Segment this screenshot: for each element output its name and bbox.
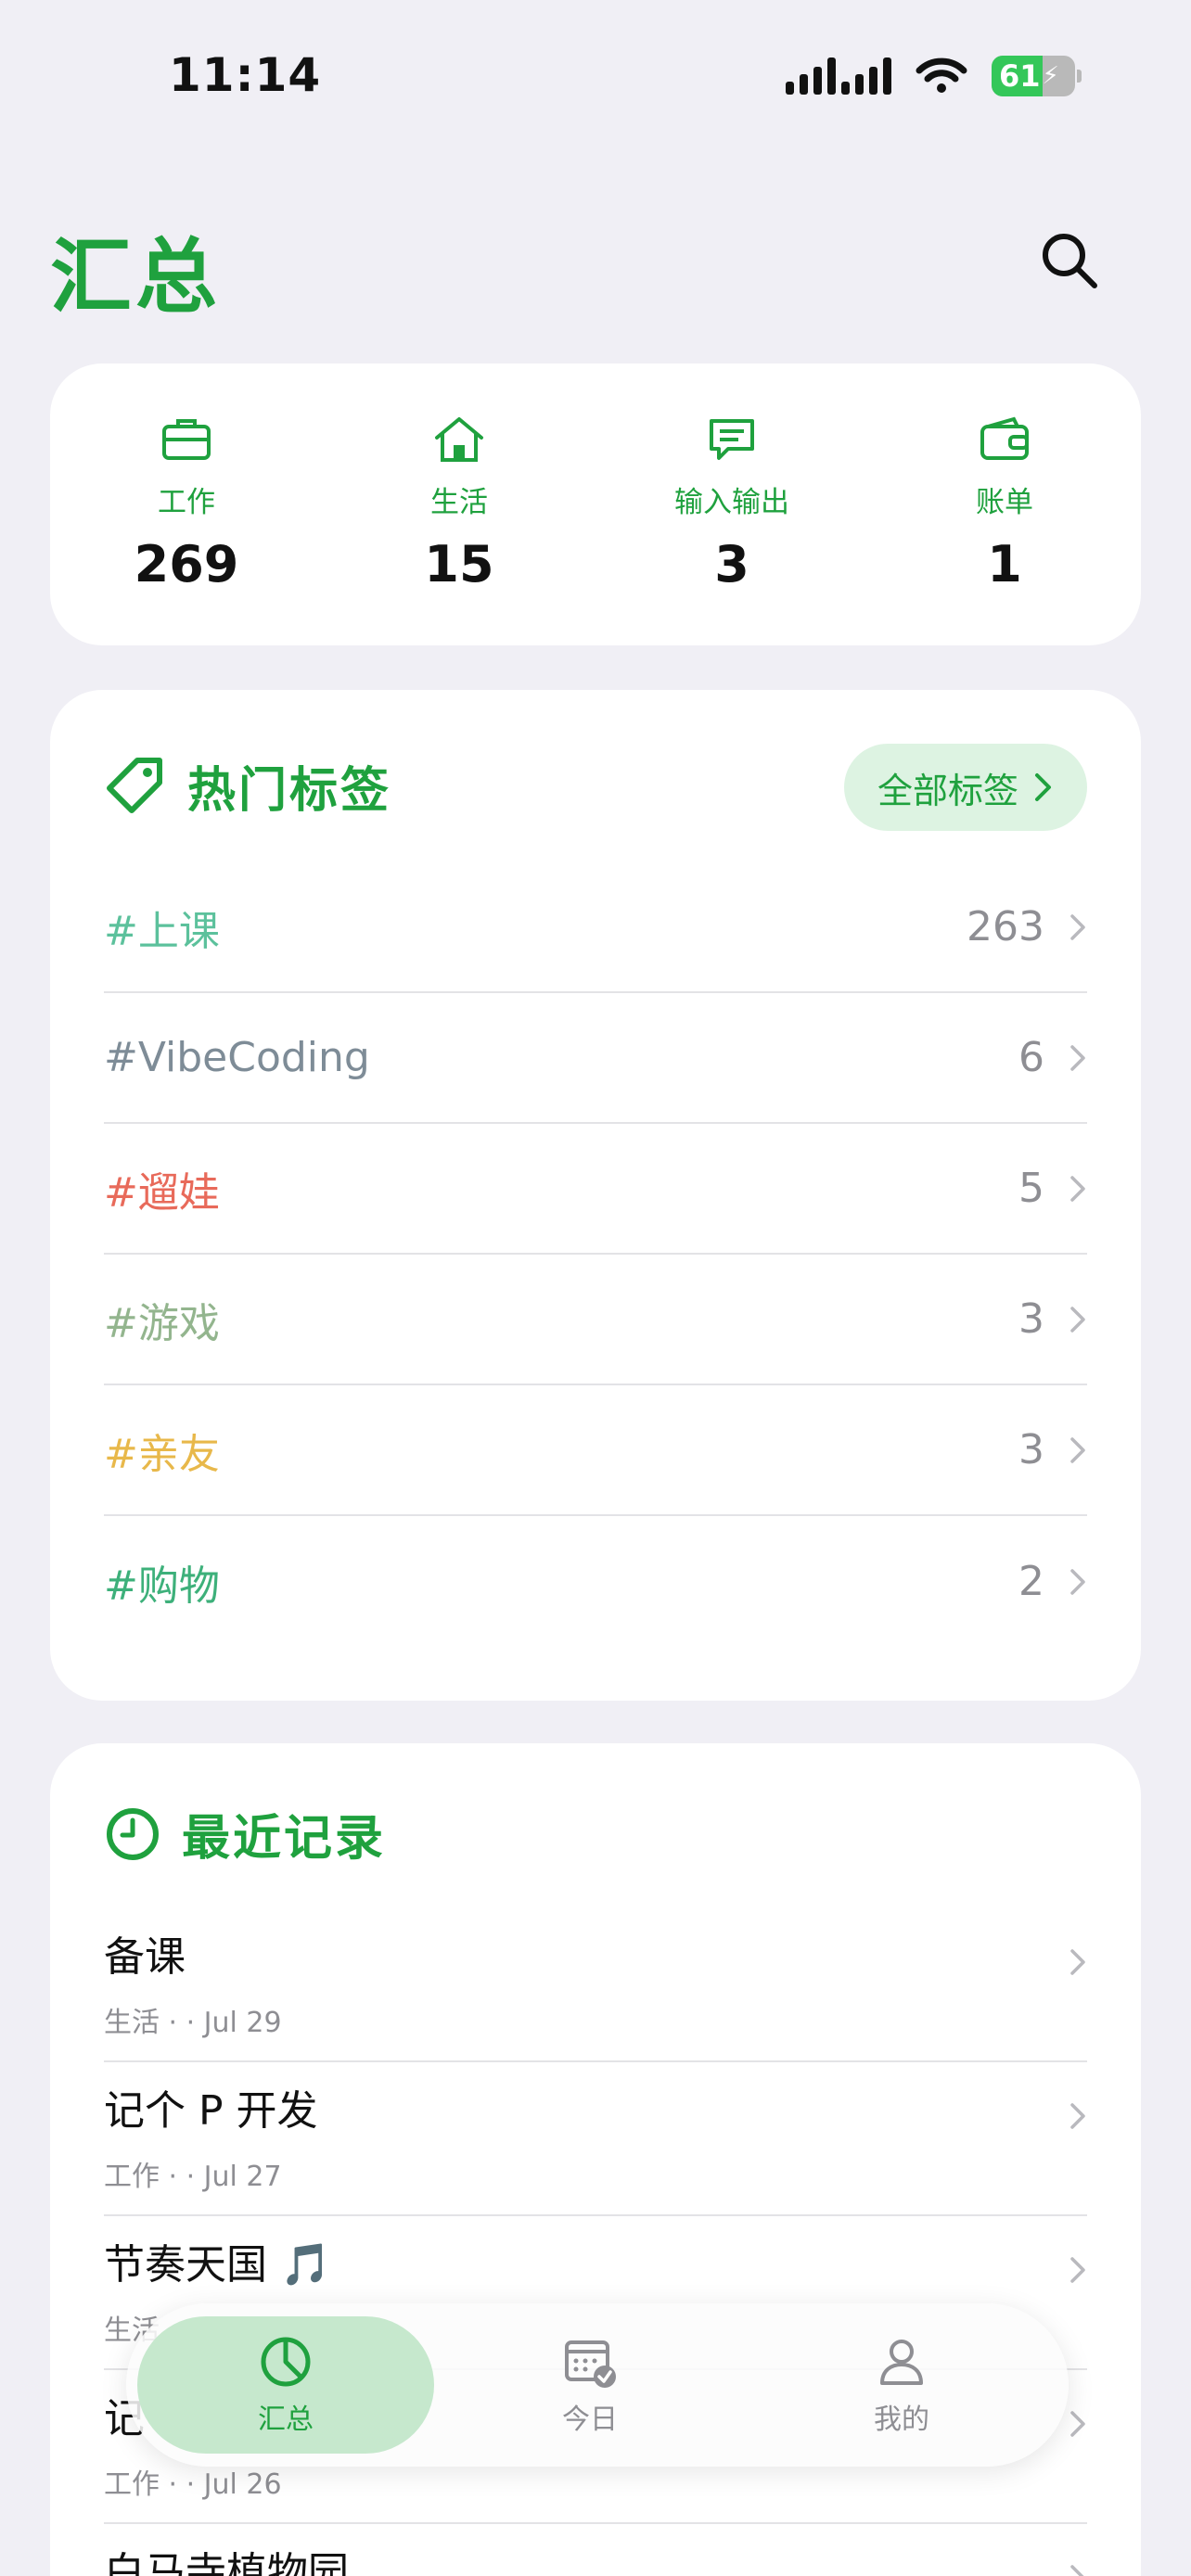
chevron-right-icon (1070, 1044, 1085, 1071)
record-title: 备课 (104, 1933, 186, 1981)
chevron-right-icon (1035, 773, 1051, 801)
record-title: 节奏天国 🎵 (104, 2241, 331, 2289)
tab-label: 今日 (562, 2404, 618, 2436)
record-title: 记个 P 开发 (104, 2087, 318, 2135)
wifi-icon (916, 57, 967, 93)
chevron-right-icon (1070, 1568, 1085, 1595)
battery-indicator: 61 ⚡ (992, 56, 1082, 96)
tab-label: 我的 (874, 2404, 929, 2436)
category-life[interactable]: 生活 15 (323, 363, 596, 645)
category-work[interactable]: 工作 269 (50, 363, 323, 645)
tag-count: 3 (1018, 1295, 1044, 1343)
chevron-right-icon (1070, 2103, 1085, 2129)
tag-count: 6 (1018, 1034, 1044, 1081)
chevron-right-icon (1070, 2411, 1085, 2437)
category-summary-card: 工作 269 生活 15 输入输出 3 账单 1 (50, 363, 1141, 645)
category-label: 账单 (976, 486, 1033, 519)
screen: 11:14 61 ⚡ 汇总 工作 269 生活 15 输入输出 3 账单 1 热… (0, 0, 1191, 2576)
chevron-right-icon (1070, 1175, 1085, 1202)
tag-row[interactable]: #亲友 3 (104, 1385, 1087, 1516)
all-tags-label: 全部标签 (877, 770, 1018, 811)
status-time: 11:14 (169, 48, 322, 102)
pie-chart-icon (261, 2337, 311, 2387)
category-bills[interactable]: 账单 1 (868, 363, 1141, 645)
battery-level: 61 (999, 58, 1041, 94)
cellular-signal-icon (786, 57, 891, 95)
tag-name: #VibeCoding (104, 1034, 370, 1081)
tag-count: 2 (1018, 1558, 1044, 1605)
record-title: 白马寺植物园 (104, 2549, 349, 2576)
all-tags-button[interactable]: 全部标签 (843, 744, 1087, 831)
chat-bubble-icon (710, 419, 754, 460)
status-icons: 61 ⚡ (786, 56, 1082, 96)
page-title: 汇总 (50, 229, 222, 325)
tag-row[interactable]: #游戏 3 (104, 1255, 1087, 1385)
tag-row[interactable]: #VibeCoding 6 (104, 993, 1087, 1124)
popular-tags-title: 热门标签 (187, 763, 392, 819)
tag-count: 263 (967, 903, 1044, 950)
search-icon[interactable] (1037, 228, 1102, 293)
recent-records-list: 备课 生活 · · Jul 29 记个 P 开发 工作 · · Jul 27 节奏天国 … (104, 1908, 1087, 2576)
tag-name: #购物 (104, 1562, 220, 1610)
house-icon (435, 417, 483, 462)
tag-name: #上课 (104, 907, 220, 955)
calendar-check-icon (565, 2340, 616, 2388)
category-count: 3 (714, 535, 749, 593)
tab-today[interactable]: 今日 (434, 2316, 746, 2454)
chevron-right-icon (1070, 1949, 1085, 1975)
person-icon (880, 2340, 923, 2385)
tag-list: #上课 263 #VibeCoding 6 #遛娃 5 #游戏 3 #亲友 3 #购物 2 (104, 862, 1087, 1647)
tab-label: 汇总 (258, 2404, 314, 2436)
tag-row[interactable]: #购物 2 (104, 1516, 1087, 1647)
category-count: 269 (134, 535, 239, 593)
tag-name: #遛娃 (104, 1168, 220, 1217)
tag-count: 5 (1018, 1165, 1044, 1212)
category-count: 1 (987, 535, 1022, 593)
tab-profile[interactable]: 我的 (746, 2316, 1057, 2454)
chevron-right-icon (1070, 2565, 1084, 2576)
record-row[interactable]: 记个 P 开发工作 · · Jul 27 (104, 2062, 1087, 2216)
tag-count: 3 (1018, 1426, 1044, 1473)
record-row[interactable]: 白马寺植物园 (104, 2524, 1087, 2576)
tag-name: #亲友 (104, 1430, 220, 1478)
category-label: 工作 (158, 486, 215, 519)
tab-bar: 汇总 今日 我的 (126, 2303, 1069, 2467)
popular-tags-header: 热门标签 (104, 751, 391, 821)
chevron-right-icon (1070, 913, 1085, 940)
tag-row[interactable]: #遛娃 5 (104, 1124, 1087, 1255)
tab-summary[interactable]: 汇总 (137, 2316, 434, 2454)
chevron-right-icon (1070, 1306, 1085, 1333)
category-label: 输入输出 (674, 486, 789, 519)
charging-bolt-icon: ⚡ (1042, 62, 1059, 90)
chevron-right-icon (1070, 2257, 1085, 2283)
recent-records-title: 最近记录 (182, 1811, 387, 1867)
chevron-right-icon (1070, 1436, 1085, 1463)
briefcase-icon (162, 419, 211, 460)
category-count: 15 (424, 535, 494, 593)
recent-records-header: 最近记录 (104, 1799, 386, 1868)
record-meta: 工作 · · Jul 27 (104, 2161, 282, 2193)
record-meta: 生活 · · Jul 29 (104, 2007, 282, 2039)
wallet-icon (980, 416, 1029, 460)
record-meta: 工作 · · Jul 26 (104, 2468, 282, 2501)
record-row[interactable]: 备课生活 · · Jul 29 (104, 1908, 1087, 2062)
clock-icon (107, 1807, 159, 1860)
category-io[interactable]: 输入输出 3 (596, 363, 868, 645)
tag-row[interactable]: #上课 263 (104, 862, 1087, 993)
popular-tags-card: 热门标签 全部标签 #上课 263 #VibeCoding 6 #遛娃 5 #游戏 3 #亲友 3… (50, 690, 1141, 1701)
tag-name: #游戏 (104, 1299, 220, 1347)
category-label: 生活 (430, 486, 488, 519)
tag-icon (107, 757, 162, 813)
